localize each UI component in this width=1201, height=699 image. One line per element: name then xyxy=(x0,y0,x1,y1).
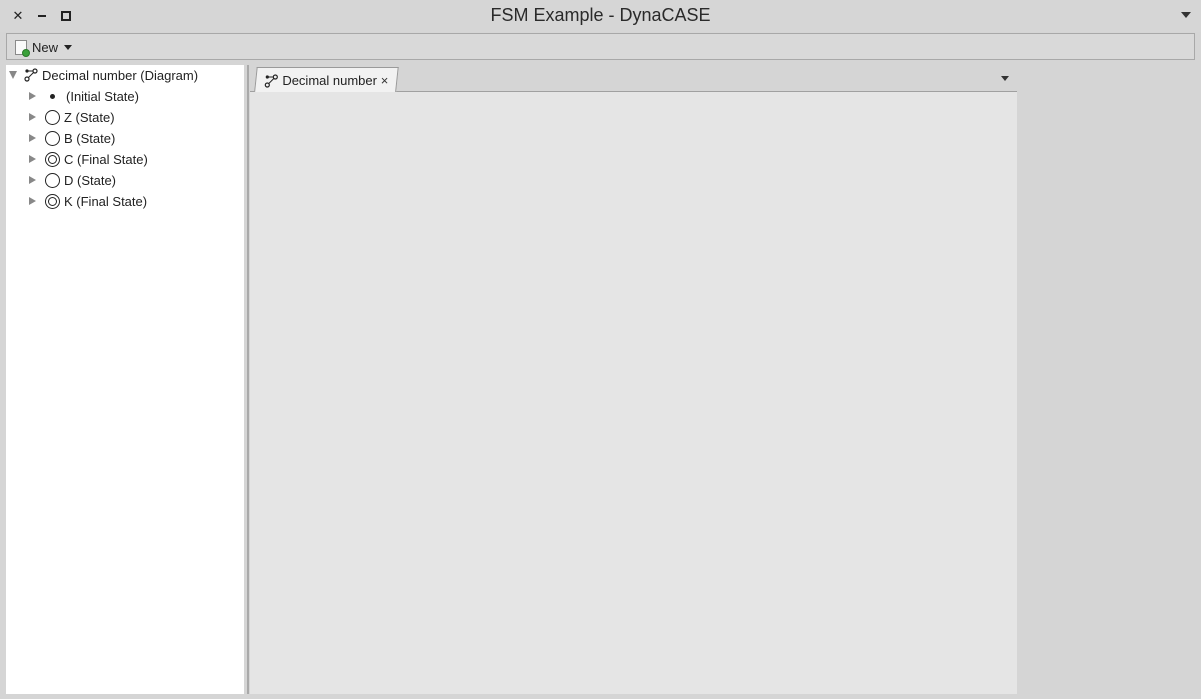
toolbar: New xyxy=(6,33,1195,60)
chevron-down-icon[interactable] xyxy=(64,45,73,50)
tree-item-label: B (State) xyxy=(64,130,116,146)
tree-item-label: C (Final State) xyxy=(64,151,148,167)
tab-close-icon[interactable]: × xyxy=(381,73,389,88)
final-state-icon xyxy=(45,151,60,167)
diagram-icon xyxy=(24,68,38,82)
right-panel-area xyxy=(1017,65,1195,694)
tree-item-label: Z (State) xyxy=(64,109,115,125)
tree-item-state-d[interactable]: D (State) xyxy=(29,170,116,190)
expand-triangle-icon[interactable] xyxy=(29,92,36,100)
expand-triangle-icon[interactable] xyxy=(29,134,36,142)
tree-item-diagram[interactable]: Decimal number (Diagram) xyxy=(9,65,198,85)
panel-splitter[interactable] xyxy=(247,65,249,694)
title-bar: ✕ FSM Example - DynaCASE xyxy=(0,0,1201,32)
new-document-icon xyxy=(15,40,30,57)
window-menu-chevron-down-icon[interactable] xyxy=(1181,12,1191,18)
tree-item-final-state-c[interactable]: C (Final State) xyxy=(29,149,148,169)
tree-item-label: D (State) xyxy=(64,172,117,188)
tree-item-initial-state[interactable]: (Initial State) xyxy=(29,86,139,106)
tree-item-label: K (Final State) xyxy=(64,193,148,209)
expand-triangle-icon[interactable] xyxy=(29,155,36,163)
state-icon xyxy=(45,172,60,188)
expand-triangle-icon[interactable] xyxy=(29,197,36,205)
tab-label: Decimal number xyxy=(282,73,377,88)
final-state-icon xyxy=(45,193,60,209)
collapse-triangle-icon[interactable] xyxy=(9,71,17,79)
diagram-canvas[interactable] xyxy=(250,92,1017,694)
tab-list-chevron-down-icon[interactable] xyxy=(1001,76,1009,81)
state-icon xyxy=(45,130,60,146)
editor-tab-bar: Decimal number × xyxy=(250,65,1017,93)
model-tree: Decimal number (Diagram) (Initial State)… xyxy=(6,65,244,694)
expand-triangle-icon[interactable] xyxy=(29,176,36,184)
tree-item-label: (Initial State) xyxy=(66,88,139,104)
diagram-icon xyxy=(264,73,278,88)
tree-item-state-z[interactable]: Z (State) xyxy=(29,107,115,127)
tree-item-label: Decimal number (Diagram) xyxy=(42,67,199,83)
new-button[interactable]: New xyxy=(15,38,73,57)
tree-item-state-b[interactable]: B (State) xyxy=(29,128,115,148)
tab-decimal-number[interactable]: Decimal number × xyxy=(254,67,399,93)
window-title: FSM Example - DynaCASE xyxy=(490,5,711,25)
state-icon xyxy=(45,109,60,125)
new-button-label: New xyxy=(32,40,59,55)
initial-state-icon xyxy=(45,89,60,104)
tree-item-final-state-k[interactable]: K (Final State) xyxy=(29,191,147,211)
expand-triangle-icon[interactable] xyxy=(29,113,36,121)
